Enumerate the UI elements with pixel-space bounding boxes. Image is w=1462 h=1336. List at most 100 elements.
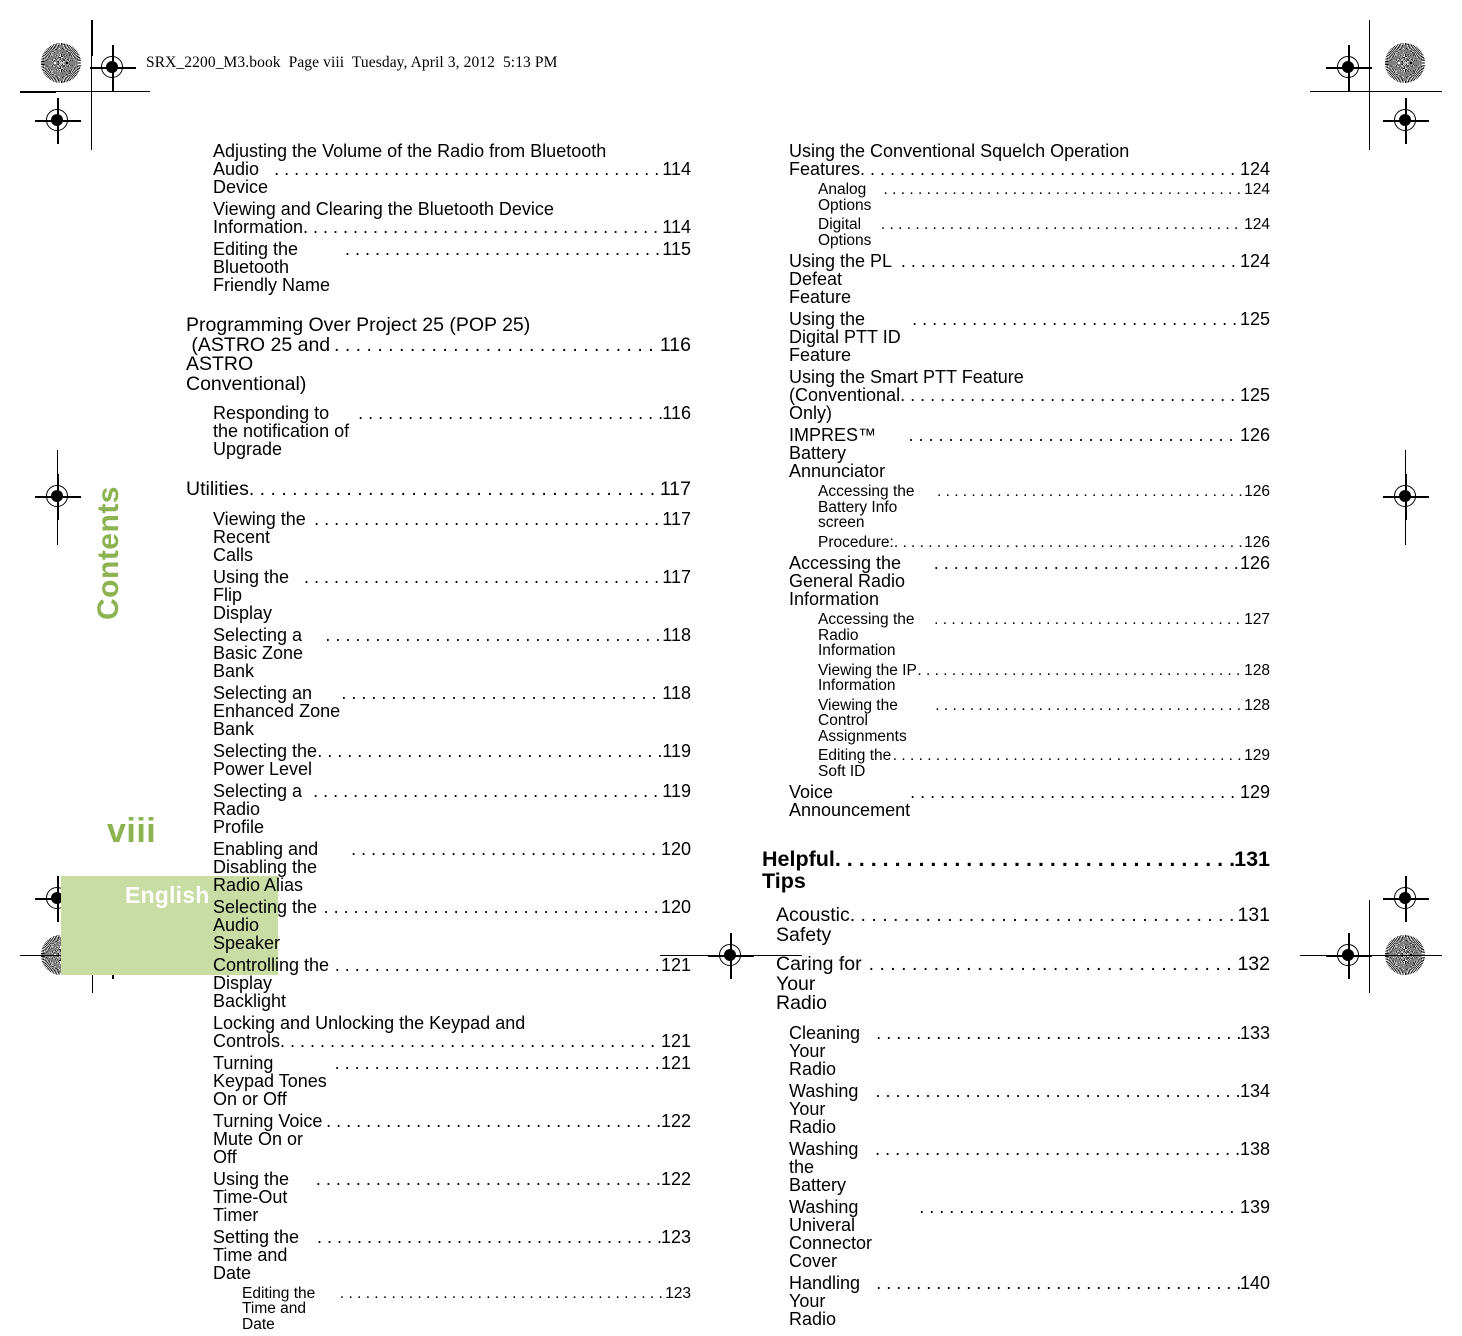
toc-entry-row: (ASTRO 25 and ASTRO Conventional) 116 — [186, 333, 691, 395]
crop-line-top-left-horizontal — [20, 92, 56, 94]
toc-entry[interactable]: Setting the Time and Date 123 — [213, 1228, 691, 1282]
toc-entry[interactable]: Using the Flip Display 117 — [213, 568, 691, 622]
toc-leader-dots — [934, 554, 1240, 572]
toc-entry-title: Viewing the Recent Calls — [213, 508, 311, 565]
toc-entry-row: Analog Options 124 — [818, 182, 1270, 213]
toc-page-number: 116 — [659, 333, 691, 356]
toc-entry-title: Washing Your Radio — [789, 1080, 864, 1137]
registration-star-icon-top-left — [41, 43, 81, 83]
toc-entry-row: Selecting the Power Level 119 — [213, 742, 691, 778]
toc-entry-row: Acoustic Safety 131 — [776, 905, 1270, 945]
toc-leader-dots — [358, 404, 662, 422]
toc-entry[interactable]: Viewing the IP Information 128 — [818, 662, 1270, 694]
toc-entry-title: Information — [213, 217, 309, 237]
toc-leader-dots — [324, 898, 661, 916]
toc-entry-row: Audio Device 114 — [213, 160, 691, 196]
toc-entry[interactable]: Using the Time-Out Timer 122 — [213, 1170, 691, 1224]
toc-entry-row: Editing the Time and Date 123 — [242, 1284, 691, 1333]
toc-entry-row: Editing the Bluetooth Friendly Name 115 — [213, 240, 691, 294]
toc-page-number: 122 — [660, 1168, 691, 1189]
registration-star-icon-bottom-right — [1385, 935, 1425, 975]
registration-target-mid-right — [1383, 474, 1429, 520]
toc-entry[interactable]: Using the Digital PTT ID Feature 125 — [789, 310, 1270, 364]
toc-entry[interactable]: Adjusting the Volume of the Radio from B… — [213, 142, 691, 196]
toc-page-number: 124 — [1239, 251, 1270, 271]
toc-entry-title: Turning Keypad Tones On or Off — [213, 1052, 332, 1109]
toc-entry[interactable]: Digital Options 124 — [818, 217, 1270, 248]
toc-entry-title: Enabling and Disabling the Radio Alias — [213, 838, 324, 895]
toc-entry[interactable]: Selecting a Radio Profile 119 — [213, 782, 691, 836]
toc-entry-row: Viewing the Recent Calls 117 — [213, 510, 691, 564]
toc-entry[interactable]: Using the Smart PTT Feature (Conventional… — [789, 368, 1270, 422]
toc-leader-dots — [901, 252, 1240, 270]
toc-entry[interactable]: Editing the Bluetooth Friendly Name 115 — [213, 240, 691, 294]
toc-entry-title: Caring for Your Radio — [776, 953, 867, 1014]
toc-leader-dots — [314, 510, 662, 528]
toc-entry[interactable]: Viewing and Clearing the Bluetooth Devic… — [213, 200, 691, 236]
toc-entry[interactable]: Selecting the Power Level 119 — [213, 742, 691, 778]
toc-page-number: 139 — [1239, 1196, 1270, 1217]
toc-entry[interactable]: Turning Keypad Tones On or Off 121 — [213, 1054, 691, 1108]
toc-entry[interactable]: IMPRES™ Battery Annunciator 126 — [789, 426, 1270, 480]
toc-entry-title: Washing the Battery — [789, 1138, 864, 1195]
toc-entry[interactable]: Utilities 117 — [186, 478, 691, 500]
toc-entry[interactable]: Washing Univeral Connector Cover 139 — [789, 1198, 1270, 1270]
toc-entry[interactable]: Controlling the Display Backlight 121 — [213, 956, 691, 1010]
toc-entry-row: Using the PL Defeat Feature 124 — [789, 252, 1270, 306]
toc-entry-title: Audio Device — [213, 159, 274, 197]
toc-page-number: 123 — [660, 1226, 691, 1247]
toc-entry[interactable]: Washing Your Radio 134 — [789, 1082, 1270, 1136]
toc-leader-dots — [884, 182, 1245, 198]
toc-entry-title: Utilities — [186, 478, 255, 500]
toc-entry[interactable]: Viewing the Recent Calls 117 — [213, 510, 691, 564]
toc-page-number: 118 — [662, 624, 691, 645]
toc-entry[interactable]: Cleaning Your Radio 133 — [789, 1024, 1270, 1078]
toc-entry-row: Selecting a Radio Profile 119 — [213, 782, 691, 836]
toc-page-number: 124 — [1244, 216, 1270, 233]
toc-entry[interactable]: Accessing the General Radio Information … — [789, 554, 1270, 608]
toc-entry[interactable]: Viewing the Control Assignments 128 — [818, 697, 1270, 745]
toc-entry[interactable]: Turning Voice Mute On or Off 122 — [213, 1112, 691, 1166]
toc-entry-title: (Conventional Only) — [789, 385, 906, 423]
toc-entry-row: Selecting the Audio Speaker 120 — [213, 898, 691, 952]
crop-line-corner-bottom-right — [1300, 955, 1442, 957]
toc-entry[interactable]: Responding to the notification of Upgrad… — [213, 404, 691, 458]
toc-page-number: 123 — [665, 1284, 691, 1302]
toc-leader-dots — [934, 612, 1244, 628]
toc-entry[interactable]: Editing the Soft ID 129 — [818, 748, 1270, 779]
toc-leader-dots — [876, 1024, 1240, 1042]
registration-star-icon-top-right — [1385, 43, 1425, 83]
toc-entry[interactable]: Accessing the Radio Information 127 — [818, 612, 1270, 659]
toc-leader-dots — [893, 748, 1244, 764]
toc-entry[interactable]: Handling Your Radio 140 — [789, 1274, 1270, 1328]
toc-entry[interactable]: Using the PL Defeat Feature 124 — [789, 252, 1270, 306]
toc-entry[interactable]: Helpful Tips 131 — [762, 848, 1270, 892]
toc-entry-title: Using the Digital PTT ID Feature — [789, 309, 906, 365]
toc-leader-dots — [894, 535, 1244, 551]
toc-entry[interactable]: Using the Conventional Squelch Operation… — [789, 142, 1270, 178]
toc-page-number: 125 — [1239, 309, 1270, 329]
toc-entry[interactable]: Selecting a Basic Zone Bank 118 — [213, 626, 691, 680]
toc-entry[interactable]: Selecting the Audio Speaker 120 — [213, 898, 691, 952]
toc-entry[interactable]: Locking and Unlocking the Keypad and Cont… — [213, 1014, 691, 1050]
toc-entry[interactable]: Caring for Your Radio 132 — [776, 953, 1270, 1014]
toc-entry-title: Selecting a Basic Zone Bank — [213, 624, 309, 681]
toc-entry[interactable]: Acoustic Safety 131 — [776, 905, 1270, 945]
toc-entry[interactable]: Analog Options 124 — [818, 182, 1270, 213]
toc-entry[interactable]: Editing the Time and Date 123 — [242, 1284, 691, 1333]
toc-page-number: 116 — [662, 403, 691, 423]
toc-leader-dots — [335, 1054, 661, 1072]
toc-entry[interactable]: Selecting an Enhanced Zone Bank 118 — [213, 684, 691, 738]
toc-entry[interactable]: Procedure: 126 — [818, 534, 1270, 551]
toc-entry[interactable]: Voice Announcement 129 — [789, 783, 1270, 819]
toc-entry[interactable]: Enabling and Disabling the Radio Alias 1… — [213, 840, 691, 894]
toc-entry-row: Controls 121 — [213, 1032, 691, 1050]
crop-line-corner-bottom-right-v — [1369, 900, 1371, 993]
toc-entry-title: Accessing the General Radio Information — [789, 553, 911, 609]
toc-leader-dots — [316, 1170, 661, 1188]
toc-entry[interactable]: Programming Over Project 25 (POP 25) (AS… — [186, 315, 691, 395]
registration-target-top-right — [1326, 45, 1372, 91]
toc-entry-row: Caring for Your Radio 132 — [776, 953, 1270, 1014]
toc-entry[interactable]: Washing the Battery 138 — [789, 1140, 1270, 1194]
toc-entry[interactable]: Accessing the Battery Info screen 126 — [818, 484, 1270, 531]
